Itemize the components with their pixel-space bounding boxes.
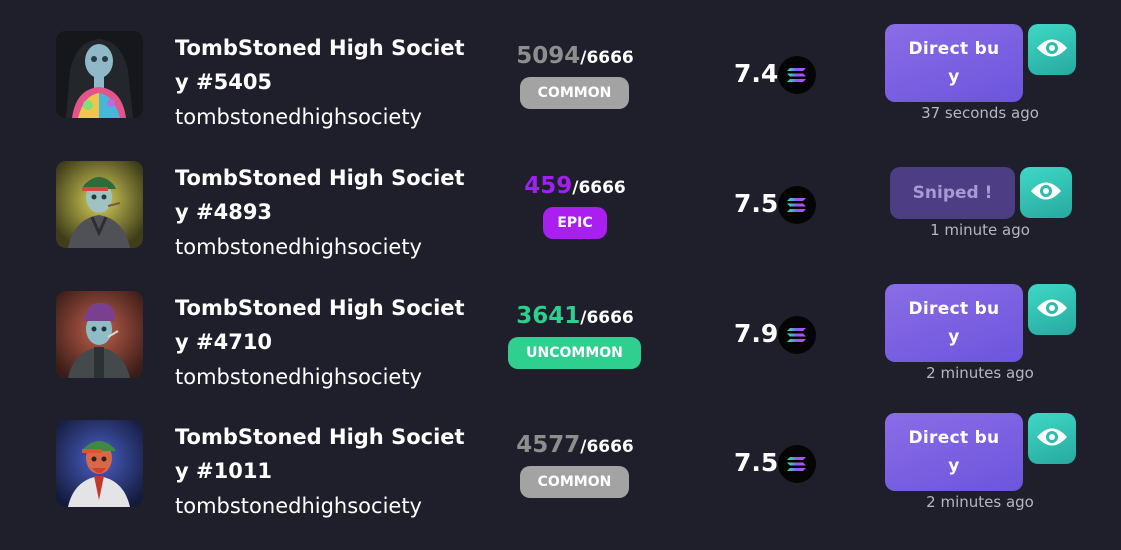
direct-buy-label: Direct bu <box>908 428 1000 448</box>
nft-image <box>56 420 143 507</box>
nft-name-line: y #1011 <box>175 459 273 483</box>
nft-image <box>56 161 143 248</box>
nft-name-line: TombStoned High Societ <box>175 296 465 320</box>
rank-number: 3641 <box>516 303 581 329</box>
solana-icon <box>778 56 816 94</box>
rarity-badge: COMMON <box>520 466 629 498</box>
direct-buy-label: y <box>948 67 960 87</box>
rarity-rank: 459/6666 <box>470 171 680 203</box>
rarity-badge: UNCOMMON <box>508 337 641 369</box>
nft-thumbnail[interactable] <box>56 291 143 378</box>
direct-buy-button[interactable]: Direct bu y <box>885 24 1023 102</box>
nft-name-line: y #5405 <box>175 70 273 94</box>
direct-buy-label: Direct bu <box>908 39 1000 59</box>
time-ago: 2 minutes ago <box>926 364 1034 382</box>
rarity-rank: 4577/6666 <box>470 430 680 462</box>
nft-name[interactable]: TombStoned High Societ y #4893 <box>175 161 475 229</box>
nft-thumbnail[interactable] <box>56 161 143 248</box>
rank-total: /6666 <box>572 178 626 198</box>
listing-row: TombStoned High Societ y #4893 tombstone… <box>0 161 1121 291</box>
eye-icon <box>1037 39 1067 57</box>
price: 7.5 <box>734 189 779 218</box>
view-button[interactable] <box>1020 167 1072 218</box>
direct-buy-label: Direct bu <box>908 299 1000 319</box>
eye-icon <box>1031 182 1061 200</box>
rarity-badge: COMMON <box>520 77 629 109</box>
collection-name[interactable]: tombstonedhighsociety <box>175 363 422 391</box>
listing-row: TombStoned High Societ y #1011 tombstone… <box>0 413 1121 550</box>
nft-name[interactable]: TombStoned High Societ y #5405 <box>175 31 475 99</box>
nft-thumbnail[interactable] <box>56 31 143 118</box>
nft-name-line: TombStoned High Societ <box>175 425 465 449</box>
view-button[interactable] <box>1028 24 1076 75</box>
solana-icon <box>778 186 816 224</box>
listing-row: TombStoned High Societ y #5405 tombstone… <box>0 24 1121 161</box>
sniped-button[interactable]: Sniped ! <box>890 167 1015 219</box>
rarity-badge: EPIC <box>543 207 607 239</box>
nft-name-line: TombStoned High Societ <box>175 166 465 190</box>
direct-buy-button[interactable]: Direct bu y <box>885 284 1023 362</box>
collection-name[interactable]: tombstonedhighsociety <box>175 492 422 520</box>
price: 7.4 <box>734 59 779 88</box>
nft-name[interactable]: TombStoned High Societ y #4710 <box>175 291 475 359</box>
rarity-rank: 5094/6666 <box>470 41 680 73</box>
rank-total: /6666 <box>580 437 634 457</box>
time-ago: 2 minutes ago <box>926 493 1034 511</box>
rank-number: 4577 <box>516 432 581 458</box>
direct-buy-button[interactable]: Direct bu y <box>885 413 1023 491</box>
time-ago: 1 minute ago <box>930 221 1030 239</box>
eye-icon <box>1037 428 1067 446</box>
collection-name[interactable]: tombstonedhighsociety <box>175 233 422 261</box>
price: 7.5 <box>734 448 779 477</box>
rank-total: /6666 <box>580 48 634 68</box>
view-button[interactable] <box>1028 413 1076 464</box>
rank-number: 5094 <box>516 43 581 69</box>
view-button[interactable] <box>1028 284 1076 335</box>
listing-row: TombStoned High Societ y #4710 tombstone… <box>0 284 1121 421</box>
direct-buy-label: y <box>948 327 960 347</box>
solana-icon <box>778 445 816 483</box>
nft-image <box>56 31 143 118</box>
time-ago: 37 seconds ago <box>921 104 1039 122</box>
collection-name[interactable]: tombstonedhighsociety <box>175 103 422 131</box>
nft-name-line: y #4710 <box>175 330 273 354</box>
nft-name[interactable]: TombStoned High Societ y #1011 <box>175 420 475 488</box>
nft-name-line: TombStoned High Societ <box>175 36 465 60</box>
nft-name-line: y #4893 <box>175 200 273 224</box>
rarity-rank: 3641/6666 <box>470 301 680 333</box>
nft-thumbnail[interactable] <box>56 420 143 507</box>
direct-buy-label: y <box>948 456 960 476</box>
solana-icon <box>778 316 816 354</box>
rank-total: /6666 <box>580 308 634 328</box>
price: 7.9 <box>734 319 779 348</box>
eye-icon <box>1037 299 1067 317</box>
nft-image <box>56 291 143 378</box>
rank-number: 459 <box>524 173 573 199</box>
